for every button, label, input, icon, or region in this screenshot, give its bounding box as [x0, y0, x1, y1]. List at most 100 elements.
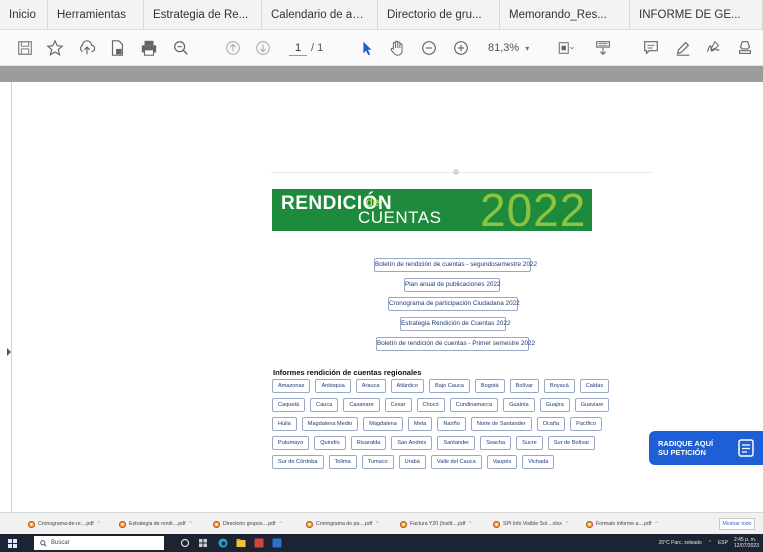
- region-chip-risaralda[interactable]: Risaralda: [350, 436, 387, 450]
- comment-button[interactable]: [640, 36, 662, 60]
- region-chip-sur-de-cordoba[interactable]: Sur de Córdoba: [272, 455, 324, 469]
- stamp-button[interactable]: [734, 36, 756, 60]
- sign-button[interactable]: [702, 36, 724, 60]
- tab-document-4[interactable]: Memorando_Res...: [500, 0, 630, 30]
- document-link-cronograma[interactable]: Cronograma de participación Ciudadana 20…: [388, 297, 520, 311]
- region-chip-cauca[interactable]: Cauca: [310, 398, 339, 412]
- region-chip-quindio[interactable]: Quindío: [314, 436, 346, 450]
- download-item[interactable]: Cronograma de pa....pdf ⌃: [306, 518, 379, 530]
- outlook-icon[interactable]: [272, 538, 282, 548]
- region-chip-guaviare[interactable]: Guaviare: [574, 398, 610, 412]
- chevron-up-icon[interactable]: ⌃: [708, 540, 712, 546]
- region-chip-tumaco[interactable]: Tumaco: [361, 455, 394, 469]
- task-view-icon[interactable]: [180, 538, 190, 548]
- tab-document-1[interactable]: Estrategia de Re...: [144, 0, 262, 30]
- download-item[interactable]: Cronograma-de-re....pdf ⌃: [28, 518, 101, 530]
- region-chip-ocana[interactable]: Ocaña: [536, 417, 566, 431]
- download-item[interactable]: Formato informe a....pdf ⌃: [586, 518, 659, 530]
- region-chip-arauca[interactable]: Arauca: [355, 379, 386, 393]
- document-link-plan-anual[interactable]: Plan anual de publicaciones 2022: [404, 278, 501, 292]
- region-chip-atlantico[interactable]: Atlántico: [390, 379, 424, 393]
- region-chip-vichada[interactable]: Vichada: [522, 455, 555, 469]
- region-chip-norte-de-santander[interactable]: Norte de Santander: [470, 417, 532, 431]
- region-chip-tolima[interactable]: Tolima: [328, 455, 357, 469]
- region-chip-soacha[interactable]: Soacha: [480, 436, 512, 450]
- region-chip-bolivar[interactable]: Bolívar: [509, 379, 540, 393]
- tab-tools[interactable]: Herramientas: [48, 0, 144, 30]
- page-up-icon: [226, 41, 240, 55]
- find-button[interactable]: [170, 36, 192, 60]
- file-explorer-icon[interactable]: [236, 538, 246, 548]
- save-button[interactable]: [14, 36, 36, 60]
- widgets-icon[interactable]: [198, 538, 208, 548]
- document-link-boletin-segundo[interactable]: Boletín de rendición de cuentas - segund…: [374, 258, 537, 272]
- region-chip-vaupes[interactable]: Vaupés: [486, 455, 518, 469]
- region-chip-sur-de-bolivar[interactable]: Sur de Bolívar: [547, 436, 596, 450]
- tab-document-3[interactable]: Directorio de gru...: [378, 0, 500, 30]
- taskbar-clock[interactable]: 2:45 p. m. 12/07/2023: [734, 537, 759, 549]
- region-chip-bajo-cauca[interactable]: Bajo Cauca: [428, 379, 470, 393]
- region-chip-narino[interactable]: Nariño: [437, 417, 466, 431]
- show-all-downloads-button[interactable]: Mostrar todo: [719, 518, 755, 530]
- region-chip-cesar[interactable]: Cesar: [384, 398, 412, 412]
- region-chip-magdalena-medio[interactable]: Magdalena Medio: [301, 417, 359, 431]
- download-item[interactable]: Factura Y20 (Instit....pdf ⌃: [400, 518, 472, 530]
- next-page-button[interactable]: [252, 36, 274, 60]
- region-chip-uraba[interactable]: Urabá: [398, 455, 426, 469]
- edge-browser-icon[interactable]: [218, 538, 228, 548]
- office-app-icon[interactable]: [254, 538, 264, 548]
- region-chip-caqueta[interactable]: Caquetá: [272, 398, 306, 412]
- side-panel-toggle-strip[interactable]: [0, 82, 12, 512]
- region-chip-amazonas[interactable]: Amazonas: [272, 379, 311, 393]
- download-item[interactable]: Directorio grupos....pdf ⌃: [213, 518, 283, 530]
- bookmark-button[interactable]: [44, 36, 66, 60]
- weather-status[interactable]: 20°C Parc. soleado: [659, 540, 702, 546]
- region-chip-bogota[interactable]: Bogotá: [474, 379, 505, 393]
- region-chip-putumayo[interactable]: Putumayo: [272, 436, 310, 450]
- taskbar-search-box[interactable]: Buscar: [34, 536, 164, 550]
- file-button[interactable]: [106, 36, 128, 60]
- lang-indicator[interactable]: ESP: [718, 540, 728, 546]
- region-chip-caldas[interactable]: Caldas: [579, 379, 610, 393]
- region-chip-valle-del-cauca[interactable]: Valle del Cauca: [430, 455, 482, 469]
- region-chip-guainia[interactable]: Guainía: [503, 398, 535, 412]
- previous-page-button[interactable]: [222, 36, 244, 60]
- page-number-input[interactable]: [289, 40, 307, 56]
- region-chip-cundinamarca[interactable]: Cundinamarca: [449, 398, 499, 412]
- tab-home[interactable]: Inicio: [0, 0, 48, 30]
- share-upload-button[interactable]: [76, 36, 98, 60]
- region-chip-casanare[interactable]: Casanare: [343, 398, 380, 412]
- region-chip-san-andres[interactable]: San Andrés: [391, 436, 433, 450]
- region-chip-pacifico[interactable]: Pacífico: [570, 417, 603, 431]
- radique-peticion-button[interactable]: RADIQUE AQUÍ SU PETICIÓN: [649, 431, 763, 465]
- tab-document-2[interactable]: Calendario de au...: [262, 0, 378, 30]
- region-chip-antioquia[interactable]: Antioquia: [315, 379, 351, 393]
- region-chip-choco[interactable]: Chocó: [416, 398, 445, 412]
- region-chip-magdalena[interactable]: Magdalena: [363, 417, 403, 431]
- tab-document-5[interactable]: INFORME DE GE...: [630, 0, 763, 30]
- regional-reports-title: Informes rendición de cuentas regionales: [273, 368, 422, 377]
- region-chip-sucre[interactable]: Sucre: [516, 436, 543, 450]
- download-filename: Cronograma de pa....pdf: [316, 521, 373, 527]
- region-chip-guajira[interactable]: Guajira: [539, 398, 570, 412]
- hand-tool-button[interactable]: [386, 36, 408, 60]
- zoom-level-dropdown[interactable]: 81,3% ▾: [488, 39, 540, 57]
- region-chip-huila[interactable]: Huila: [272, 417, 297, 431]
- upload-icon: [80, 40, 96, 55]
- fit-page-button[interactable]: [552, 36, 580, 60]
- download-item[interactable]: SPI Info Visible Sol....xlsx ⌃: [493, 518, 569, 530]
- document-link-estrategia[interactable]: Estrategia Rendición de Cuentas 2022: [400, 317, 510, 331]
- zoom-in-button[interactable]: [450, 36, 472, 60]
- scroll-mode-button[interactable]: [592, 36, 614, 60]
- select-tool-button[interactable]: [356, 36, 378, 60]
- windows-start-icon[interactable]: [8, 539, 17, 548]
- zoom-out-button[interactable]: [418, 36, 440, 60]
- print-button[interactable]: [138, 36, 160, 60]
- browser-file-icon: [493, 520, 500, 528]
- region-chip-meta[interactable]: Meta: [407, 417, 433, 431]
- region-chip-boyaca[interactable]: Boyacá: [544, 379, 575, 393]
- document-link-boletin-primer[interactable]: Boletín de rendición de cuentas - Primer…: [376, 337, 535, 351]
- highlight-pen-button[interactable]: [672, 36, 694, 60]
- download-item[interactable]: Estrategia de rendi....pdf ⌃: [119, 518, 193, 530]
- region-chip-santander[interactable]: Santander: [437, 436, 476, 450]
